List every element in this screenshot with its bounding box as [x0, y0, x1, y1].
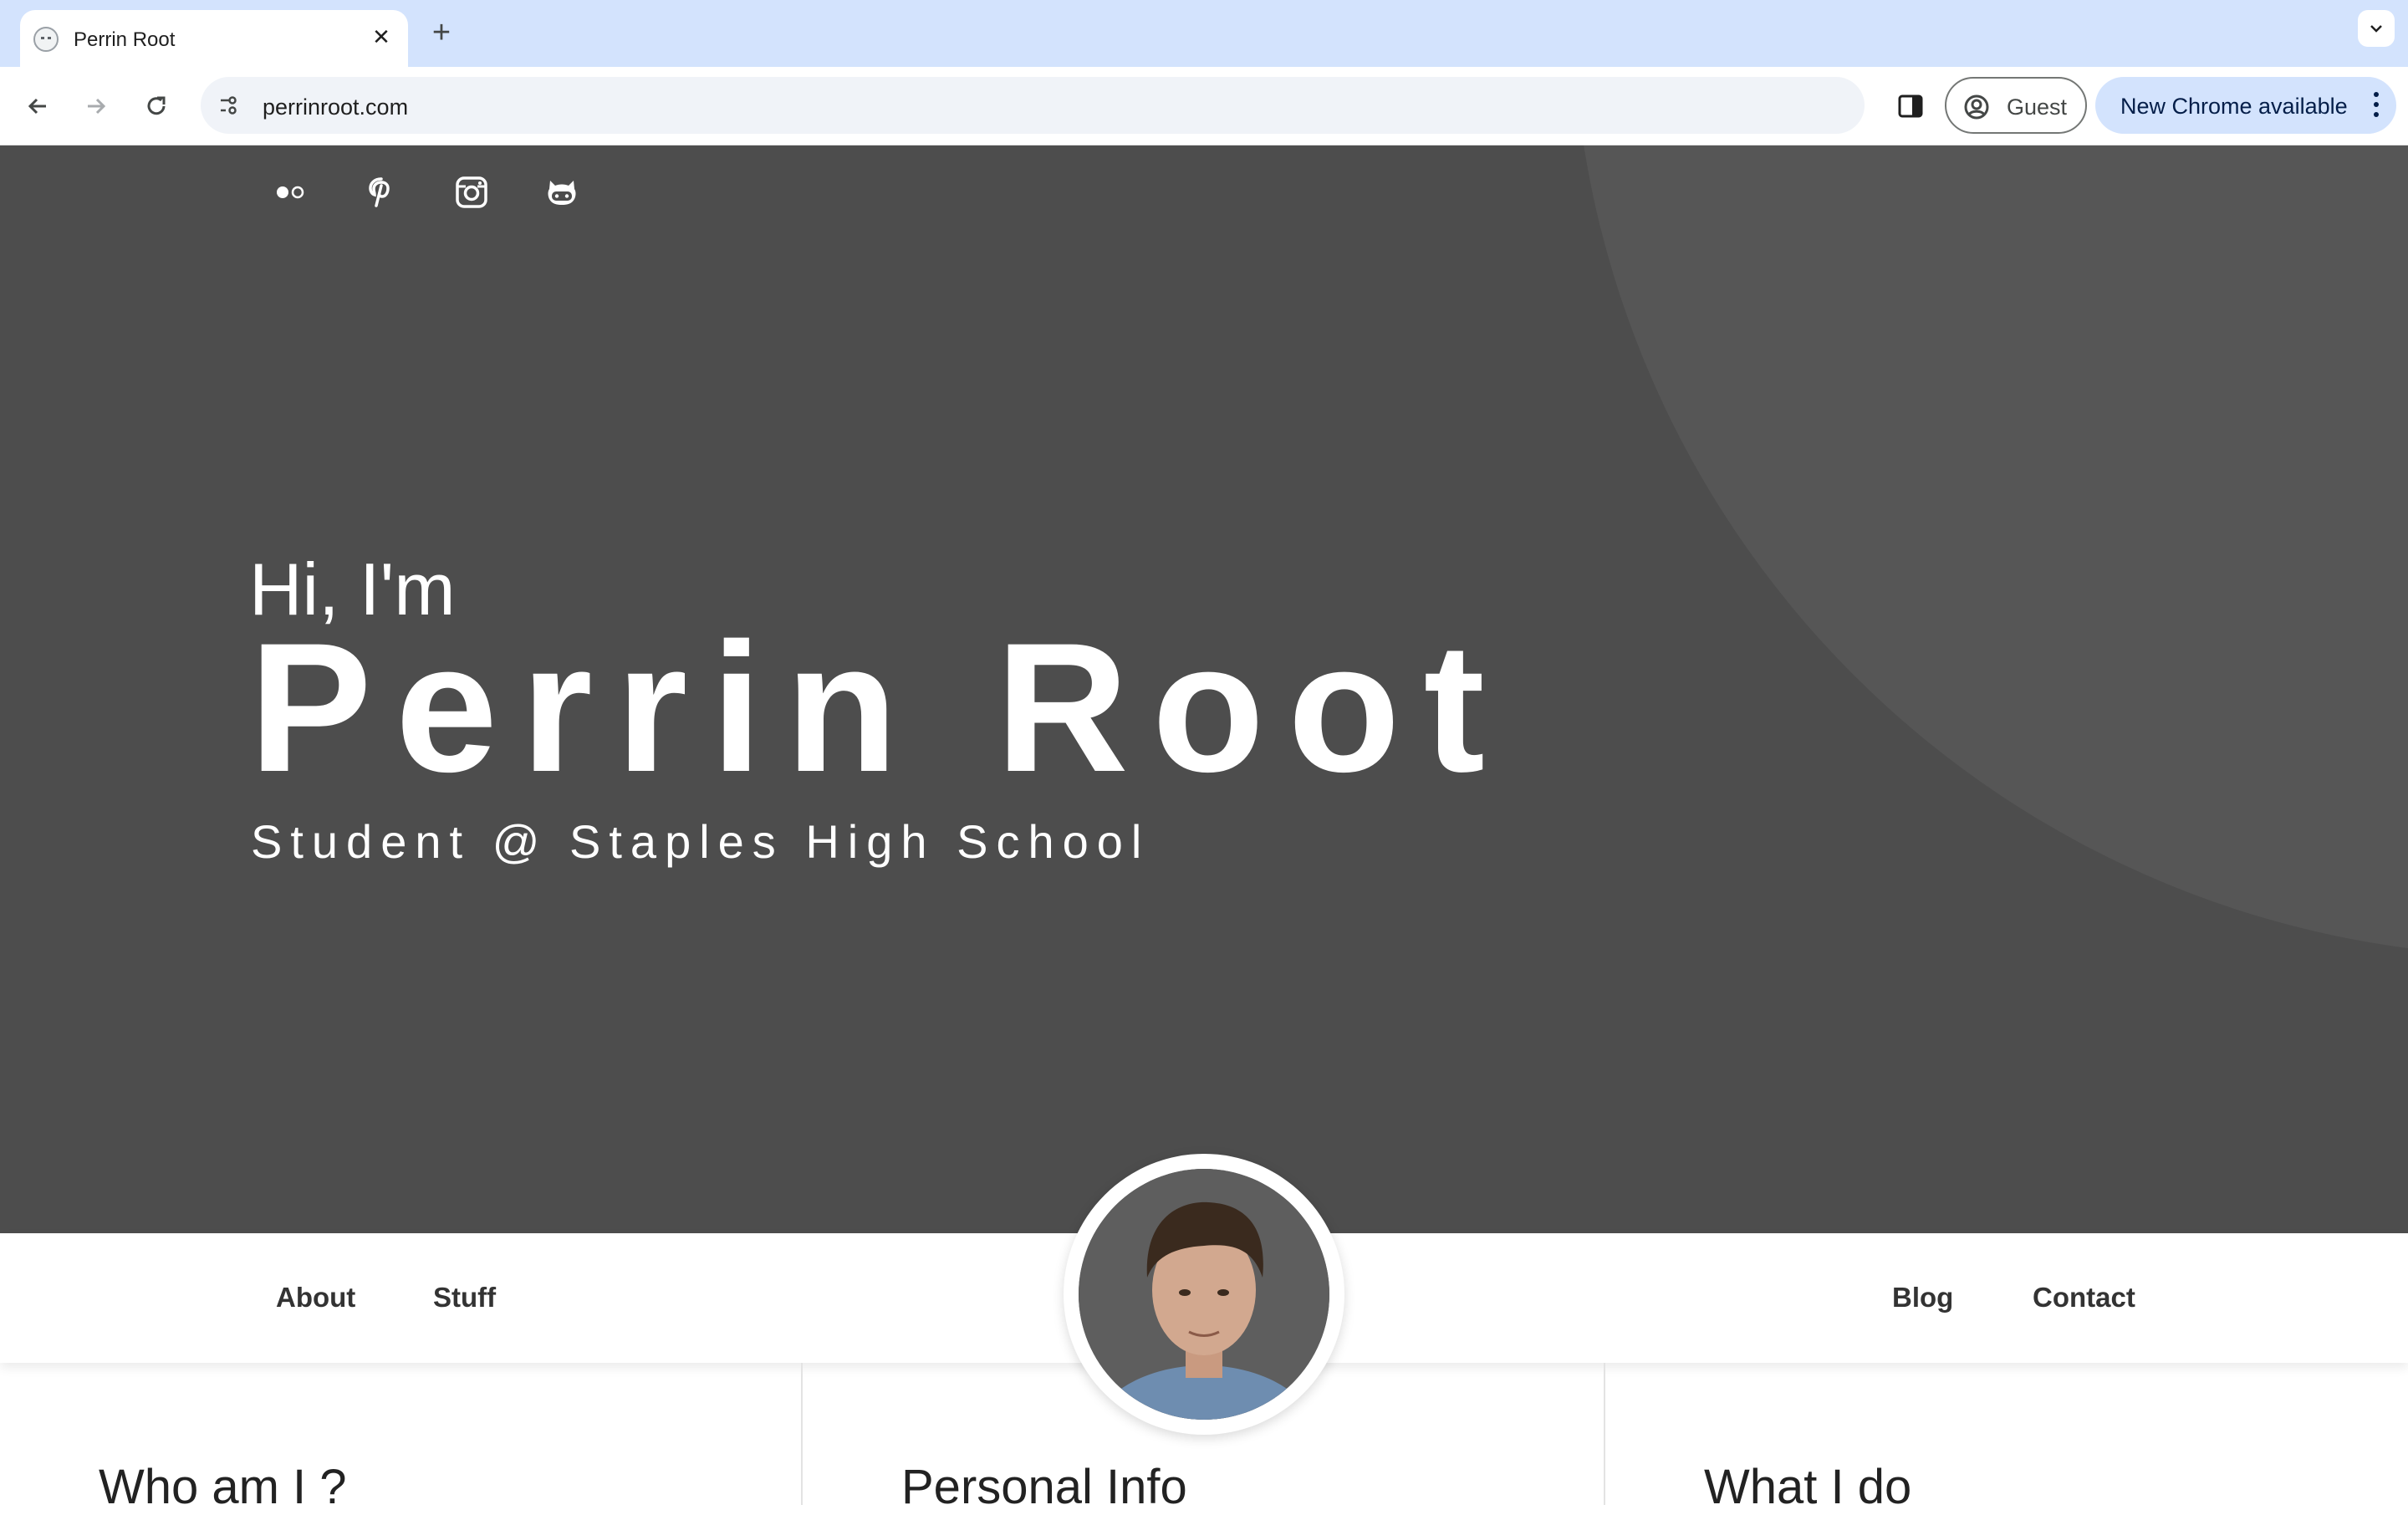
- hero-decorative-circle: [1572, 145, 2408, 956]
- avatar: [1079, 1169, 1329, 1420]
- side-panel-icon: [1898, 94, 1923, 118]
- arrow-right-icon: [88, 98, 106, 115]
- tab-title: Perrin Root: [74, 28, 176, 51]
- address-bar[interactable]: perrinroot.com: [201, 77, 1865, 134]
- tab-search-button[interactable]: [2358, 10, 2395, 47]
- tune-icon: [221, 96, 237, 115]
- nav-stuff[interactable]: Stuff: [433, 1282, 496, 1314]
- arrow-left-icon: [28, 98, 46, 115]
- section-title-personal-info: Personal Info: [901, 1460, 1187, 1514]
- site-info-button[interactable]: [212, 89, 246, 122]
- github-icon[interactable]: [543, 174, 580, 211]
- reload-icon: [147, 96, 166, 115]
- pinterest-icon[interactable]: [363, 174, 400, 211]
- new-tab-button[interactable]: +: [425, 17, 458, 50]
- more-vert-icon[interactable]: [2370, 89, 2383, 122]
- account-circle-icon: [1964, 94, 1989, 120]
- nav-contact[interactable]: Contact: [2033, 1282, 2135, 1314]
- update-label: New Chrome available: [2120, 94, 2348, 119]
- side-panel-button[interactable]: [1891, 87, 1930, 125]
- browser-tab[interactable]: Perrin Root ✕: [20, 10, 408, 67]
- url-text: perrinroot.com: [263, 94, 409, 120]
- hero-section: Hi, I'm Perrin Root Student @ Staples Hi…: [0, 145, 2408, 1233]
- browser-toolbar: perrinroot.com Guest New Chrome availabl…: [0, 67, 2408, 145]
- hero-tagline: Student @ Staples High School: [251, 815, 1150, 868]
- instagram-icon[interactable]: [453, 174, 490, 211]
- column-divider: [1604, 1363, 1605, 1505]
- section-title-who-am-i: Who am I ?: [99, 1460, 347, 1514]
- tab-strip: Perrin Root ✕ +: [0, 0, 2408, 67]
- hero-name: Perrin Root: [249, 604, 1508, 810]
- avatar-frame: [1064, 1154, 1344, 1435]
- section-title-what-i-do: What I do: [1704, 1460, 1912, 1514]
- nav-blog[interactable]: Blog: [1892, 1282, 1953, 1314]
- forward-button[interactable]: [77, 87, 115, 125]
- flickr-icon[interactable]: [272, 174, 309, 211]
- reload-button[interactable]: [137, 87, 176, 125]
- back-button[interactable]: [18, 87, 57, 125]
- nav-about[interactable]: About: [276, 1282, 355, 1314]
- profile-button[interactable]: Guest: [1945, 77, 2087, 134]
- chevron-down-icon: [2370, 25, 2382, 33]
- favicon-icon: [33, 27, 59, 52]
- update-chrome-button[interactable]: New Chrome available: [2095, 77, 2396, 134]
- profile-label: Guest: [2007, 94, 2068, 120]
- close-tab-icon[interactable]: ✕: [366, 22, 396, 52]
- column-divider: [801, 1363, 803, 1505]
